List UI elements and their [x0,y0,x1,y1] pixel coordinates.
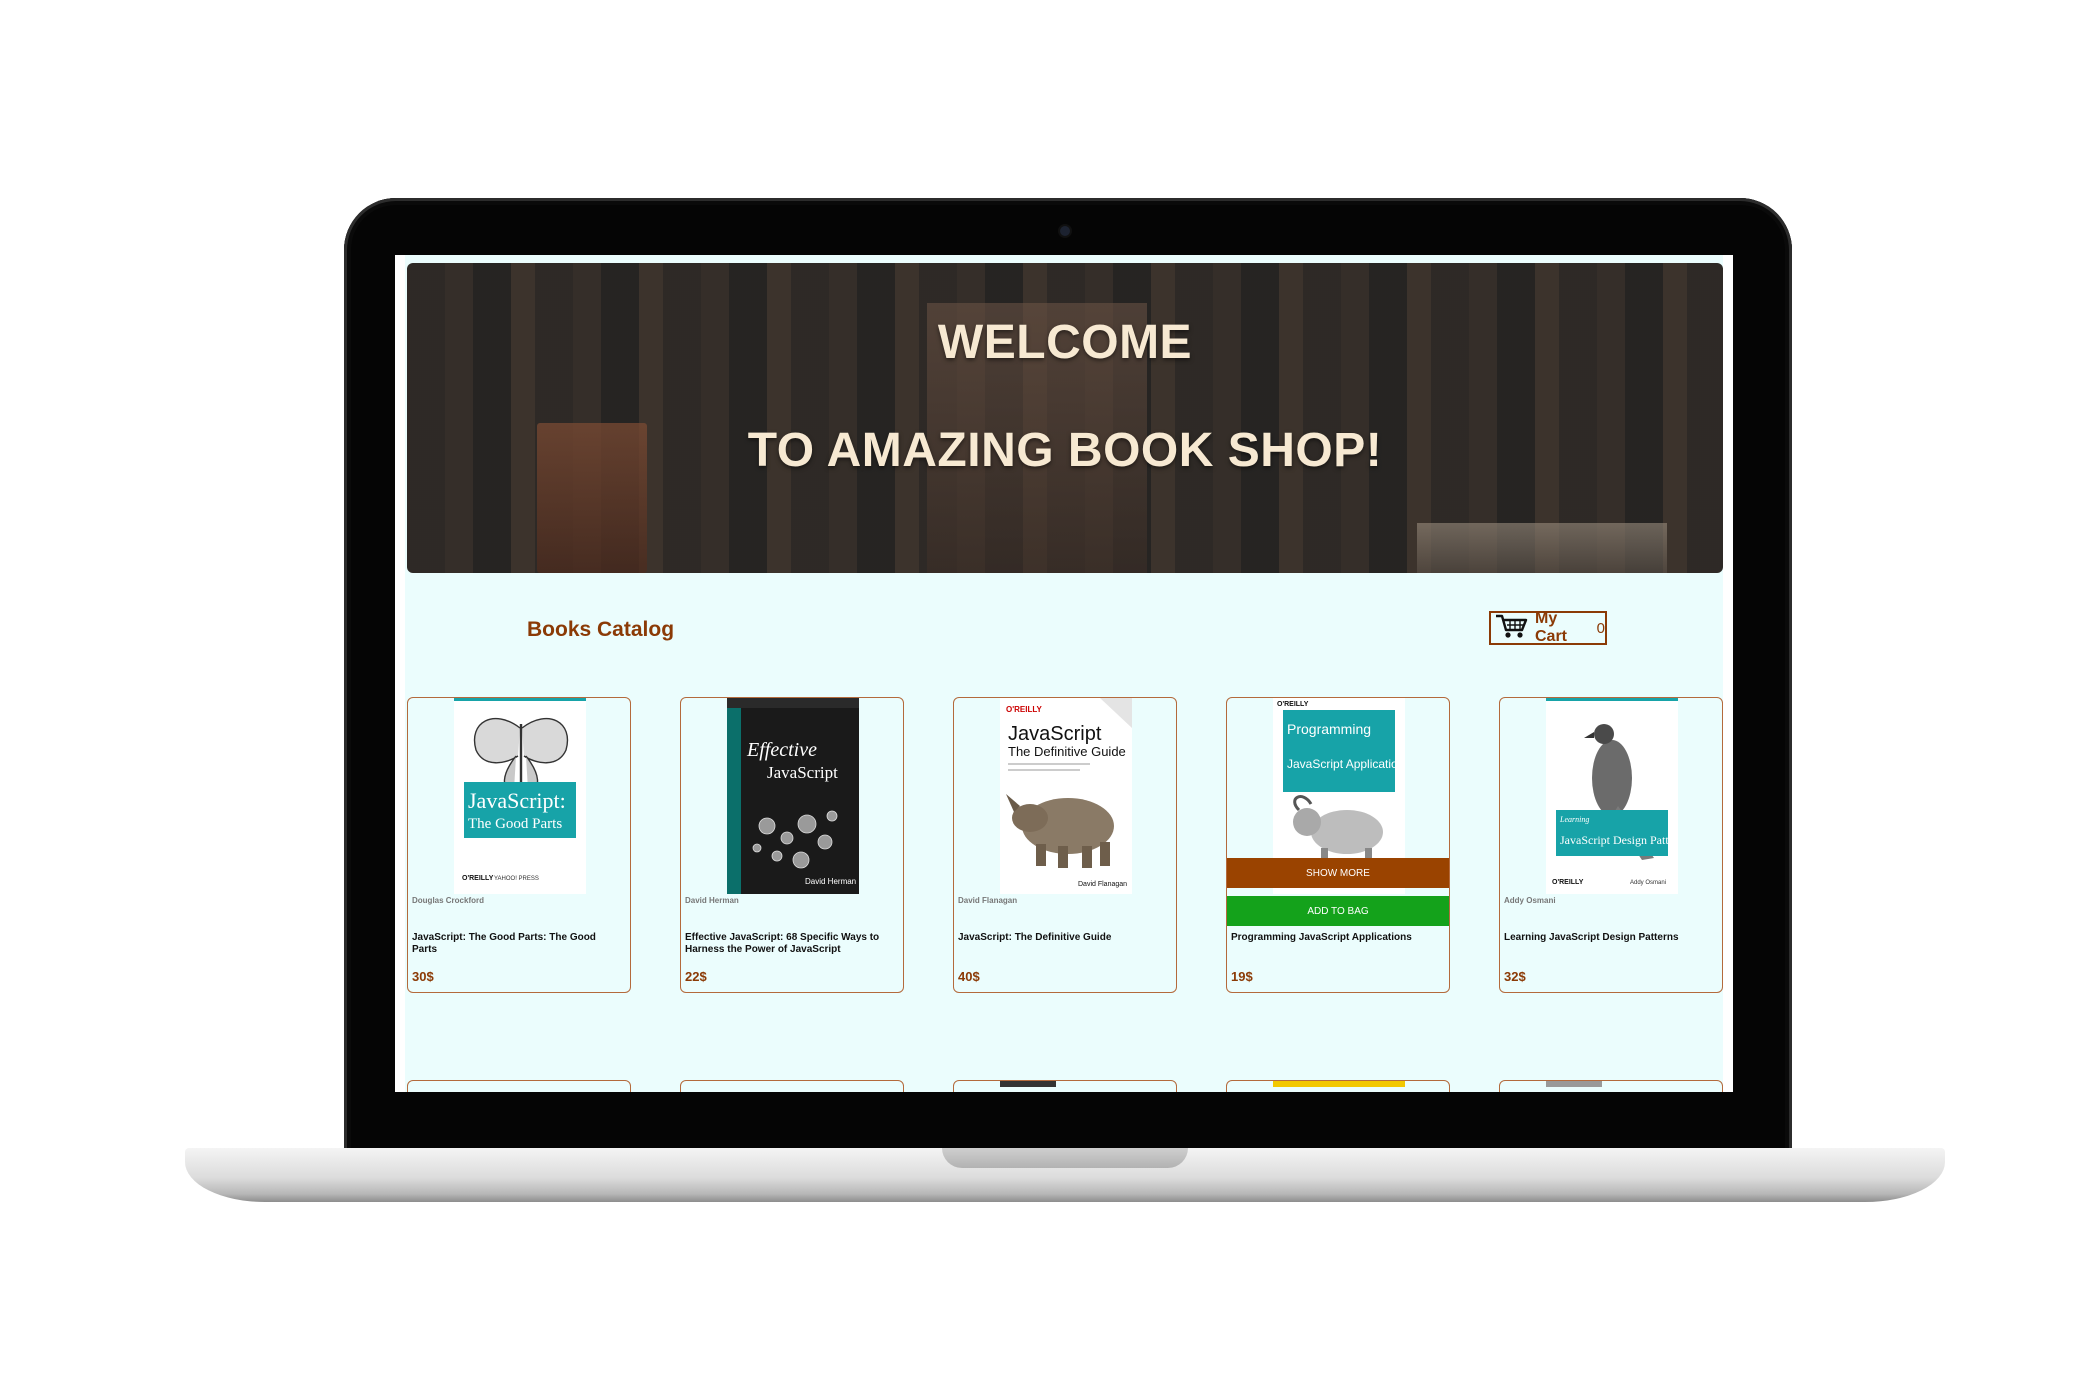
cart-label: My Cart [1535,610,1568,645]
book-title: Programming JavaScript Applications [1231,932,1412,943]
book-price: 19$ [1231,969,1253,984]
book-author: David Flanagan [958,896,1018,905]
svg-text:Programming: Programming [1287,721,1371,737]
book-shop-page: WELCOME TO AMAZING BOOK SHOP! Books Cata… [405,255,1723,1092]
catalog-title: Books Catalog [527,618,675,641]
svg-text:Learning: Learning [1559,815,1589,824]
book-cover[interactable]: Effective JavaScript David Herman [727,698,859,894]
svg-text:JavaScript:: JavaScript: [468,788,566,813]
svg-text:David Herman: David Herman [805,877,856,886]
book-title: Learning JavaScript Design Patterns [1504,932,1679,943]
book-card[interactable]: O'REILLY JavaScript The Definitive Guide [953,697,1177,993]
book-card[interactable]: O'REILLY Programming JavaScript Applicat… [1226,697,1450,993]
book-card-partial[interactable] [680,1080,904,1092]
laptop-notch [942,1148,1188,1168]
book-price: 40$ [958,969,980,984]
book-cover-partial [1273,1081,1405,1087]
book-cover[interactable]: JavaScript: The Good Parts O'REILLY YAHO… [454,698,586,894]
hero-banner: WELCOME TO AMAZING BOOK SHOP! [407,263,1723,573]
svg-text:O'REILLY: O'REILLY [462,875,494,882]
svg-text:O'REILLY: O'REILLY [1277,701,1309,708]
svg-text:JavaScript: JavaScript [1008,723,1102,745]
book-price: 22$ [685,969,707,984]
svg-text:JavaScript Applications: JavaScript Applications [1287,757,1405,771]
book-title: JavaScript: The Good Parts: The Good Par… [412,932,596,955]
laptop-screen: WELCOME TO AMAZING BOOK SHOP! Books Cata… [395,255,1733,1092]
svg-text:YAHOO! PRESS: YAHOO! PRESS [494,876,539,882]
shopping-cart-icon [1495,613,1529,644]
book-author: David Herman [685,896,739,905]
add-to-bag-button[interactable]: ADD TO BAG [1227,896,1449,926]
svg-text:The Good Parts: The Good Parts [468,816,562,832]
book-card-partial[interactable] [1499,1080,1723,1092]
book-card-partial[interactable] [407,1080,631,1092]
svg-text:David Flanagan: David Flanagan [1078,881,1127,888]
svg-text:O'REILLY: O'REILLY [1006,705,1043,714]
book-cover[interactable]: O'REILLY JavaScript The Definitive Guide [1000,698,1132,894]
svg-text:Addy Osmani: Addy Osmani [1630,880,1666,886]
hero-welcome: WELCOME [937,316,1193,369]
book-card[interactable]: Effective JavaScript David Herman David … [680,697,904,993]
book-cover[interactable]: Learning JavaScript Design Patterns O'RE… [1546,698,1678,894]
cart-button[interactable]: My Cart 0 [1489,610,1607,645]
book-card[interactable]: Learning JavaScript Design Patterns O'RE… [1499,697,1723,993]
book-card-partial[interactable] [953,1080,1177,1092]
webcam [1060,226,1070,236]
hero-bg-books-right [1417,523,1667,573]
book-cover-partial [1546,1081,1602,1087]
svg-text:Effective: Effective [746,739,817,761]
book-cover-partial [1000,1081,1056,1087]
book-card-partial[interactable] [1226,1080,1450,1092]
svg-text:The Definitive Guide: The Definitive Guide [1008,744,1126,759]
book-author: Addy Osmani [1504,896,1556,905]
book-title: Effective JavaScript: 68 Specific Ways t… [685,932,880,955]
book-title: JavaScript: The Definitive Guide [958,932,1112,943]
book-price: 30$ [412,969,434,984]
cart-count: 0 [1596,619,1605,637]
svg-text:JavaScript: JavaScript [767,763,838,782]
hero-tagline: TO AMAZING BOOK SHOP! [747,424,1383,477]
svg-text:JavaScript Design Patterns: JavaScript Design Patterns [1560,833,1678,847]
book-card[interactable]: JavaScript: The Good Parts O'REILLY YAHO… [407,697,631,993]
show-more-button[interactable]: SHOW MORE [1227,858,1449,888]
book-price: 32$ [1504,969,1526,984]
book-author: Douglas Crockford [412,896,485,905]
svg-text:O'REILLY: O'REILLY [1552,879,1584,886]
